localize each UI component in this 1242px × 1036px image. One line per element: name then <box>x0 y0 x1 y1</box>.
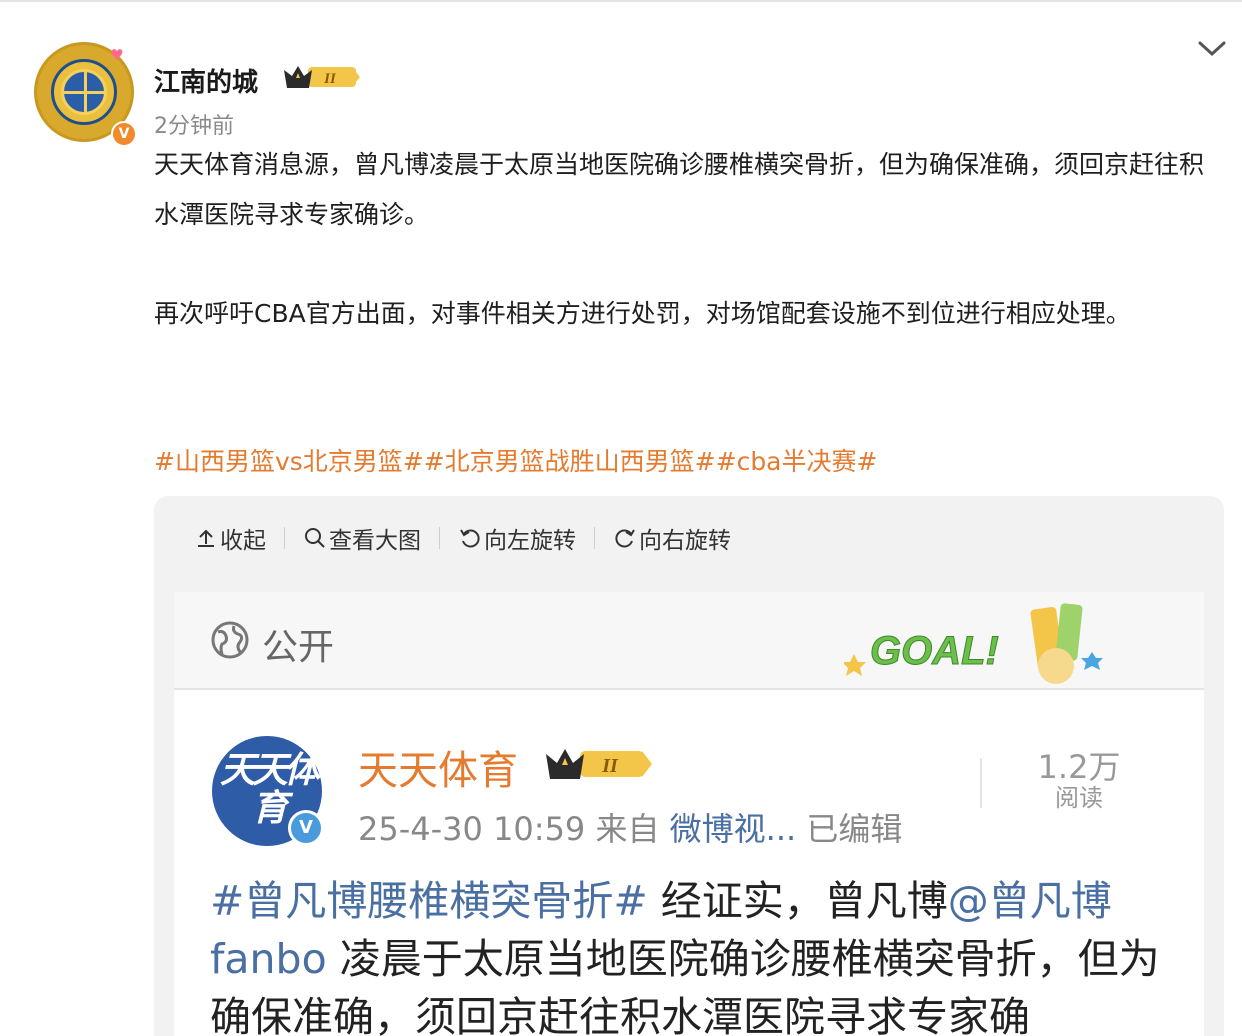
rotate-right-label: 向右旋转 <box>639 528 731 554</box>
image-toolbar: 收起 查看大图 向左旋转 向右旋转 <box>194 520 731 556</box>
source-meta: 25-4-30 10:59 来自 微博视... 已编辑 <box>358 804 902 850</box>
toolbar-divider <box>284 527 285 549</box>
source-avatar[interactable]: 天天体育 V <box>212 736 324 846</box>
verified-badge-icon: V <box>111 121 137 147</box>
read-count: 1.2万 阅读 <box>1024 750 1134 812</box>
toolbar-divider <box>439 527 440 549</box>
member-crown-icon: II <box>546 749 652 779</box>
collapse-button[interactable]: 收起 <box>194 521 266 555</box>
hashtag-line: #山西男篮vs北京男篮##北京男篮战胜山西男篮##cba半决赛# <box>154 440 877 484</box>
read-count-number: 1.2万 <box>1037 748 1121 786</box>
source-date: 25-4-30 10:59 <box>358 810 586 848</box>
hashtag-link[interactable]: #山西男篮vs北京男篮# <box>154 447 424 476</box>
source-text-part: 凌晨于太原当地医院确诊腰椎横突骨折，但为确保准确，须回京赶往积水潭医院寻求专家确 <box>210 935 1160 1036</box>
from-label: 来自 <box>595 810 660 848</box>
collapse-label: 收起 <box>220 528 266 554</box>
hashtag-link[interactable]: #北京男篮战胜山西男篮# <box>424 447 716 476</box>
rotate-left-button[interactable]: 向左旋转 <box>458 521 576 555</box>
verified-badge-icon: V <box>288 810 324 846</box>
source-text-part: 经证实，曾凡博 <box>647 877 948 925</box>
toolbar-divider <box>594 527 595 549</box>
view-large-label: 查看大图 <box>329 528 421 554</box>
search-icon <box>305 528 325 548</box>
rotate-right-button[interactable]: 向右旋转 <box>613 521 731 555</box>
crown-level-text: II <box>601 755 619 777</box>
post-paragraph-2: 再次呼吁CBA官方出面，对事件相关方进行处罚，对场馆配套设施不到位进行相应处理。 <box>154 299 1131 328</box>
visibility-label: 公开 <box>262 627 335 668</box>
collapse-icon <box>198 529 214 547</box>
source-name[interactable]: 天天体育 <box>358 738 518 796</box>
goal-sticker-icon: GOAL! <box>844 603 1103 684</box>
author-name[interactable]: 江南的城 <box>154 62 258 99</box>
post-timestamp: 2分钟前 <box>154 114 234 139</box>
source-post-text: #曾凡博腰椎横突骨折# 经证实，曾凡博@曾凡博fanbo 凌晨于太原当地医院确诊… <box>210 872 1180 1036</box>
read-count-label: 阅读 <box>1055 784 1103 812</box>
heart-icon: ♥ <box>110 46 124 64</box>
logo-crosshair-icon <box>61 69 107 115</box>
edited-label: 已编辑 <box>806 810 903 848</box>
embedded-screenshot[interactable]: 公开 GOAL! 天天体育 V 天天体育 II 25-4-30 10:59 来自… <box>174 592 1204 1036</box>
hashtag-link[interactable]: #cba半决赛# <box>716 447 878 476</box>
goal-text: GOAL! <box>870 629 999 673</box>
from-source-link[interactable]: 微博视... <box>670 810 797 848</box>
globe-icon <box>211 621 249 659</box>
rotate-right-icon <box>615 529 635 548</box>
author-avatar[interactable]: ♥ V <box>34 42 137 147</box>
source-hashtag-link[interactable]: #曾凡博腰椎横突骨折# <box>210 877 648 925</box>
chevron-down-icon[interactable] <box>1196 36 1228 60</box>
post-paragraph-1: 天天体育消息源，曾凡博凌晨于太原当地医院确诊腰椎横突骨折，但为确保准确，须回京赶… <box>154 150 1205 229</box>
member-crown-icon[interactable]: II <box>282 62 360 92</box>
meta-divider <box>980 758 982 808</box>
rotate-left-icon <box>460 529 480 548</box>
rotate-left-label: 向左旋转 <box>484 528 576 554</box>
crown-level-text: II <box>323 71 337 87</box>
top-divider <box>0 0 1242 2</box>
view-large-button[interactable]: 查看大图 <box>303 521 421 555</box>
image-card: 收起 查看大图 向左旋转 向右旋转 公开 GOAL! 天天体育 V 天天体育 I… <box>154 496 1224 1036</box>
visibility-bar: 公开 GOAL! <box>174 592 1204 690</box>
